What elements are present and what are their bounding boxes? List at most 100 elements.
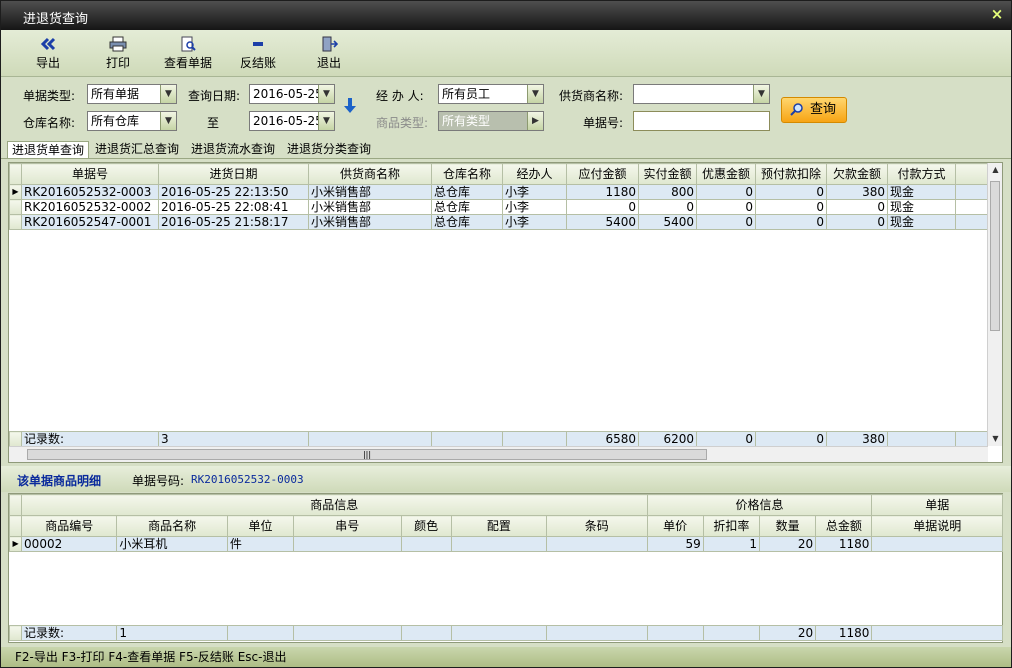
horizontal-scrollbar[interactable]: |||	[9, 446, 988, 462]
chevron-down-icon[interactable]: ▼	[753, 85, 769, 103]
tab-category-query[interactable]: 进退货分类查询	[283, 141, 375, 159]
vertical-scrollbar[interactable]: ▲ ▼	[987, 163, 1002, 446]
cell-supplier[interactable]: 小米销售部	[308, 214, 432, 230]
col-header[interactable]: 单据说明	[871, 515, 1003, 537]
cell-discount[interactable]: 0	[696, 214, 756, 230]
cell-barcode[interactable]	[546, 536, 648, 552]
col-header[interactable]: 串号	[293, 515, 402, 537]
cell-handler[interactable]: 小李	[502, 214, 567, 230]
unsettle-button[interactable]: 反结账	[237, 36, 279, 74]
cell-supplier[interactable]: 小米销售部	[308, 184, 432, 200]
col-header[interactable]: 实付金额	[638, 163, 697, 185]
scroll-up-icon[interactable]: ▲	[988, 163, 1003, 177]
chevron-down-icon[interactable]: ▼	[160, 85, 176, 103]
cell-color[interactable]	[400, 536, 452, 552]
cell-date[interactable]: 2016-05-25 22:08:41	[158, 199, 309, 215]
cell-total[interactable]: 1180	[815, 536, 873, 552]
cell-handler[interactable]: 小李	[502, 199, 567, 215]
cell-pay-method[interactable]: 现金	[887, 214, 956, 230]
cell-owed[interactable]: 0	[826, 214, 888, 230]
doc-type-select[interactable]: 所有单据 ▼	[87, 84, 177, 104]
close-icon[interactable]: ×	[989, 6, 1005, 22]
col-header[interactable]: 仓库名称	[431, 163, 503, 185]
cell-discount[interactable]: 0	[696, 199, 756, 215]
handler-select[interactable]: 所有员工 ▼	[438, 84, 544, 104]
cell-payable[interactable]: 5400	[566, 214, 639, 230]
table-row[interactable]: ▶ RK2016052532-0003 2016-05-25 22:13:50 …	[9, 184, 988, 200]
cell-doc-no[interactable]: RK2016052532-0003	[21, 184, 159, 200]
scroll-thumb[interactable]: |||	[27, 449, 707, 460]
doc-no-input[interactable]	[633, 111, 770, 131]
exit-button[interactable]: 退出	[311, 36, 347, 74]
chevron-down-icon[interactable]: ▼	[527, 85, 543, 103]
date-from-picker[interactable]: 2016-05-25 ▼	[249, 84, 335, 104]
cell-pay-method[interactable]: 现金	[887, 199, 956, 215]
cell-unit-price[interactable]: 59	[646, 536, 704, 552]
cell-note[interactable]	[871, 536, 1003, 552]
cell-doc-no[interactable]: RK2016052547-0001	[21, 214, 159, 230]
cell-prepay[interactable]: 0	[755, 199, 827, 215]
supplier-select[interactable]: ▼	[633, 84, 770, 104]
view-document-button[interactable]: 查看单据	[161, 36, 215, 74]
col-header[interactable]: 商品名称	[116, 515, 228, 537]
cell-pay-method[interactable]: 现金	[887, 184, 956, 200]
cell-prepay[interactable]: 0	[755, 214, 827, 230]
col-header[interactable]: 单价	[646, 515, 704, 537]
col-header[interactable]: 数量	[758, 515, 817, 537]
cell-date[interactable]: 2016-05-25 22:13:50	[158, 184, 309, 200]
table-row[interactable]: RK2016052547-0001 2016-05-25 21:58:17 小米…	[9, 214, 988, 230]
cell-serial[interactable]	[293, 536, 402, 552]
col-header[interactable]: 商品编号	[21, 515, 118, 537]
col-header[interactable]: 供货商名称	[308, 163, 432, 185]
chevron-down-icon[interactable]: ▼	[160, 112, 176, 130]
cell-paid[interactable]: 0	[638, 199, 697, 215]
cell-paid[interactable]: 800	[638, 184, 697, 200]
scroll-thumb[interactable]	[990, 181, 1000, 331]
cell-payable[interactable]: 1180	[566, 184, 639, 200]
col-header[interactable]: 欠款金额	[826, 163, 888, 185]
cell-owed[interactable]: 0	[826, 199, 888, 215]
query-button[interactable]: 查询	[781, 97, 847, 123]
cell-discount[interactable]: 0	[696, 184, 756, 200]
export-button[interactable]: 导出	[31, 36, 65, 74]
date-to-picker[interactable]: 2016-05-25 ▼	[249, 111, 335, 131]
col-header[interactable]: 应付金额	[566, 163, 639, 185]
cell-goods-name[interactable]: 小米耳机	[116, 536, 228, 552]
cell-owed[interactable]: 380	[826, 184, 888, 200]
cell-supplier[interactable]: 小米销售部	[308, 199, 432, 215]
cell-config[interactable]	[450, 536, 548, 552]
col-header[interactable]: 经办人	[502, 163, 567, 185]
col-header[interactable]: 付款方式	[887, 163, 956, 185]
print-button[interactable]: 打印	[101, 36, 135, 74]
cell-handler[interactable]: 小李	[502, 184, 567, 200]
cell-payable[interactable]: 0	[566, 199, 639, 215]
col-header[interactable]: 折扣率	[702, 515, 760, 537]
cell-doc-no[interactable]: RK2016052532-0002	[21, 199, 159, 215]
col-header[interactable]: 预付款扣除	[755, 163, 827, 185]
scroll-down-icon[interactable]: ▼	[988, 432, 1003, 446]
chevron-down-icon[interactable]: ▼	[318, 85, 334, 103]
col-header[interactable]: 单据号	[21, 163, 159, 185]
tab-doc-query[interactable]: 进退货单查询	[7, 141, 90, 159]
cell-quantity[interactable]: 20	[758, 536, 817, 552]
col-header[interactable]: 总金额	[815, 515, 873, 537]
cell-date[interactable]: 2016-05-25 21:58:17	[158, 214, 309, 230]
tab-summary-query[interactable]: 进退货汇总查询	[91, 141, 183, 159]
col-header[interactable]: 进货日期	[158, 163, 309, 185]
cell-warehouse[interactable]: 总仓库	[431, 214, 503, 230]
cell-goods-code[interactable]: 00002	[21, 536, 118, 552]
col-header[interactable]: 单位	[226, 515, 295, 537]
cell-warehouse[interactable]: 总仓库	[431, 199, 503, 215]
cell-discount-rate[interactable]: 1	[702, 536, 760, 552]
table-row[interactable]: ▶ 00002 小米耳机 件 59 1 20 1180	[8, 536, 1003, 552]
col-header[interactable]: 颜色	[400, 515, 452, 537]
col-header[interactable]: 条码	[546, 515, 648, 537]
cell-paid[interactable]: 5400	[638, 214, 697, 230]
tab-flow-query[interactable]: 进退货流水查询	[187, 141, 279, 159]
col-header[interactable]: 配置	[450, 515, 548, 537]
cell-unit[interactable]: 件	[226, 536, 295, 552]
table-row[interactable]: RK2016052532-0002 2016-05-25 22:08:41 小米…	[9, 199, 988, 215]
col-header[interactable]: 优惠金额	[696, 163, 756, 185]
cell-prepay[interactable]: 0	[755, 184, 827, 200]
chevron-down-icon[interactable]: ▼	[318, 112, 334, 130]
